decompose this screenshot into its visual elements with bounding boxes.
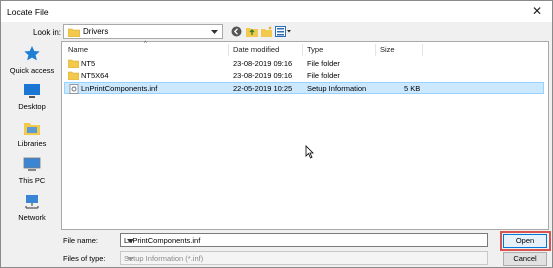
look-in-combo[interactable]: Drivers <box>63 24 223 39</box>
open-button[interactable]: Open <box>503 234 547 248</box>
file-date: 23-08-2019 09:16 <box>233 71 293 80</box>
place-label: Desktop <box>18 102 46 111</box>
folder-icon <box>68 59 79 68</box>
back-icon[interactable] <box>230 24 243 39</box>
file-type: File folder <box>307 59 340 68</box>
quick-access-star-icon <box>24 46 40 61</box>
sort-ascending-icon: ^ <box>144 41 147 47</box>
new-folder-icon[interactable] <box>260 24 273 39</box>
file-type: File folder <box>307 71 340 80</box>
dialog-title: Locate File <box>7 7 49 17</box>
chevron-down-icon[interactable] <box>208 26 220 37</box>
file-name-input[interactable]: LnPrintComponents.inf <box>120 233 488 247</box>
mouse-pointer-icon <box>305 145 314 159</box>
column-divider[interactable] <box>302 44 303 56</box>
libraries-icon <box>24 123 40 135</box>
column-size[interactable]: Size <box>380 45 395 54</box>
folder-icon <box>68 28 80 37</box>
desktop-icon <box>24 84 40 98</box>
column-name[interactable]: Name <box>68 45 88 54</box>
place-quick-access[interactable]: Quick access <box>5 45 59 75</box>
file-type: Setup Information <box>307 84 367 93</box>
close-icon[interactable]: ✕ <box>532 4 542 18</box>
file-list[interactable]: ^ Name Date modified Type Size NT5 23-08… <box>61 41 549 230</box>
file-type-label: Files of type: <box>63 254 106 263</box>
chevron-down-icon[interactable] <box>124 253 136 264</box>
file-name-label: File name: <box>63 236 99 245</box>
list-header: ^ Name Date modified Type Size <box>62 41 548 57</box>
network-icon <box>25 195 39 209</box>
place-label: Libraries <box>17 139 47 148</box>
chevron-down-icon[interactable] <box>124 235 136 246</box>
file-size: 5 KB <box>404 84 421 93</box>
this-pc-icon <box>23 157 41 171</box>
file-type-select[interactable]: Setup Information (*.inf) <box>120 251 488 265</box>
list-item[interactable]: NT5X64 23-08-2019 09:16 File folder <box>64 70 544 82</box>
place-desktop[interactable]: Desktop <box>5 83 59 111</box>
view-menu-icon[interactable] <box>275 24 291 39</box>
setup-file-icon <box>69 84 79 94</box>
column-divider[interactable] <box>228 44 229 56</box>
place-network[interactable]: Network <box>5 194 59 222</box>
cancel-button[interactable]: Cancel <box>503 252 547 266</box>
file-date: 23-08-2019 09:16 <box>233 59 293 68</box>
places-bar: Quick access Desktop Libraries This PC N… <box>5 41 59 237</box>
folder-icon <box>68 71 79 80</box>
file-name: NT5X64 <box>81 71 109 80</box>
list-item[interactable]: NT5 23-08-2019 09:16 File folder <box>64 58 544 70</box>
column-type[interactable]: Type <box>307 45 323 54</box>
place-libraries[interactable]: Libraries <box>5 120 59 148</box>
up-folder-icon[interactable] <box>245 24 258 39</box>
file-name: NT5 <box>81 59 96 68</box>
list-item-selected[interactable]: LnPrintComponents.inf 22-05-2019 10:25 S… <box>64 82 544 94</box>
title-bar: Locate File ✕ <box>1 1 552 22</box>
file-name: LnPrintComponents.inf <box>81 84 158 93</box>
place-label: Network <box>18 213 46 222</box>
column-date[interactable]: Date modified <box>233 45 279 54</box>
place-this-pc[interactable]: This PC <box>5 157 59 185</box>
place-label: Quick access <box>9 66 55 75</box>
column-divider[interactable] <box>375 44 376 56</box>
look-in-value: Drivers <box>83 27 109 36</box>
column-divider[interactable] <box>422 44 423 56</box>
place-label: This PC <box>18 176 46 185</box>
locate-file-dialog: Locate File ✕ Look in: Drivers Quick acc… <box>0 0 553 268</box>
look-in-label: Look in: <box>33 28 62 37</box>
file-date: 22-05-2019 10:25 <box>233 84 293 93</box>
